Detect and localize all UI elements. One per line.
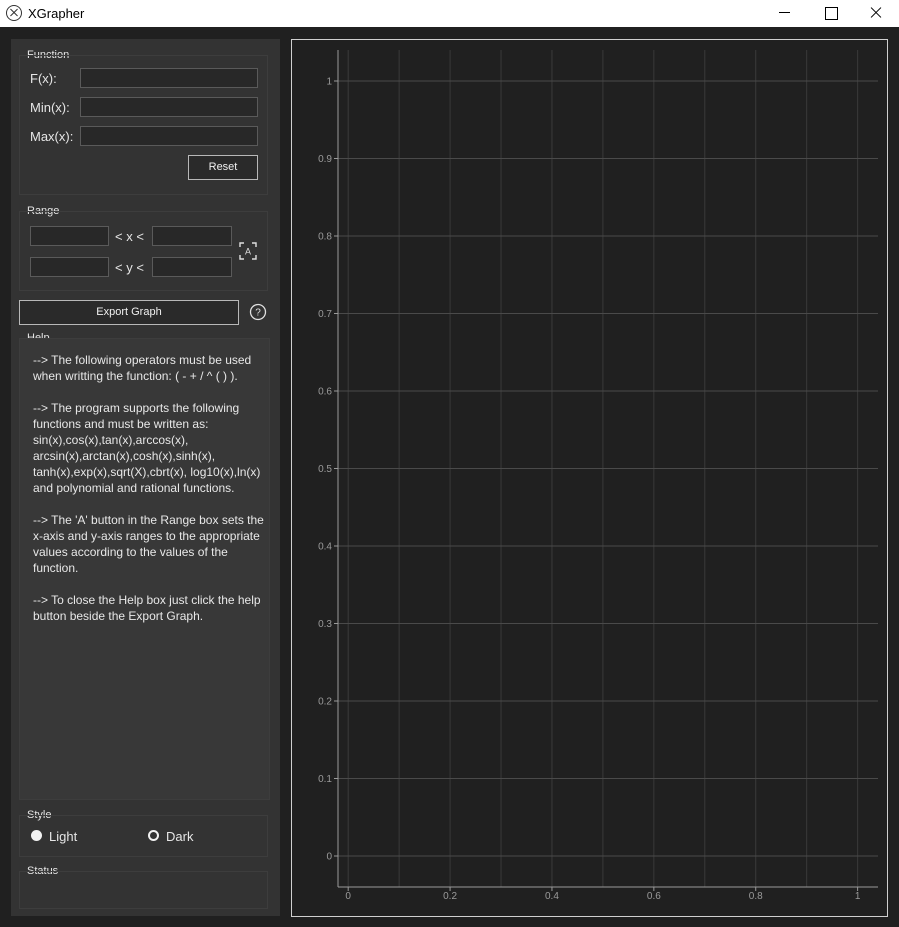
svg-text:A: A [245,247,251,257]
maximize-icon[interactable] [807,0,853,27]
y-tick-label: 0.4 [318,542,332,553]
min-x-label: Min(x): [30,100,70,115]
status-group [19,871,268,909]
help-paragraph: --> The 'A' button in the Range box sets… [33,513,264,575]
auto-range-icon[interactable]: A [239,242,257,260]
xgrapher-logo-icon [6,5,22,21]
export-graph-button[interactable]: Export Graph [19,300,239,325]
y-tick-label: 0.1 [318,774,332,785]
x-max-input[interactable] [152,226,232,246]
help-paragraph: --> To close the Help box just click the… [33,593,261,623]
y-tick-label: 0.9 [318,154,332,165]
y-range-label: < y < [115,260,144,275]
graph-area[interactable]: 0 0.1 0.2 0.3 0.4 0.5 0.6 0.7 0.8 0.9 1 0 0.2 0.4 0.6 0… [291,39,888,917]
svg-text:?: ? [255,308,261,319]
title-bar: XGrapher [0,0,899,27]
max-x-input[interactable] [80,126,258,146]
min-x-input[interactable] [80,97,258,117]
x-min-input[interactable] [30,226,109,246]
y-tick-label: 0 [326,852,332,863]
y-tick-label: 0.8 [318,232,332,243]
window-title: XGrapher [28,6,85,21]
x-tick-label: 0.6 [647,891,661,902]
y-tick-label: 0.3 [318,619,332,630]
plot-canvas[interactable]: 0 0.1 0.2 0.3 0.4 0.5 0.6 0.7 0.8 0.9 1 0 0.2 0.4 0.6 0… [292,40,887,916]
help-text: --> The following operators must be used… [33,352,265,640]
y-tick-label: 0.2 [318,697,332,708]
y-tick-label: 0.5 [318,464,332,475]
light-radio[interactable] [31,830,42,841]
minimize-icon[interactable] [761,0,807,27]
y-tick-label: 0.7 [318,309,332,320]
help-paragraph: --> The program supports the following f… [33,401,261,495]
y-tick-label: 1 [326,77,332,88]
x-tick-label: 0 [345,891,351,902]
x-tick-label: 0.4 [545,891,559,902]
x-range-label: < x < [115,229,144,244]
y-tick-label: 0.6 [318,387,332,398]
x-tick-label: 1 [855,891,861,902]
dark-radio-label[interactable]: Dark [166,829,193,844]
fx-label: F(x): [30,71,57,86]
control-panel: Function F(x): Min(x): Max(x): Reset Ran… [11,39,280,916]
help-icon[interactable]: ? [249,303,267,321]
reset-button[interactable]: Reset [188,155,258,180]
max-x-label: Max(x): [30,129,74,144]
y-min-input[interactable] [30,257,109,277]
x-tick-label: 0.2 [443,891,457,902]
fx-input[interactable] [80,68,258,88]
x-tick-label: 0.8 [749,891,763,902]
close-icon[interactable] [853,0,899,27]
light-radio-label[interactable]: Light [49,829,77,844]
dark-radio[interactable] [148,830,159,841]
range-group [19,211,268,291]
help-paragraph: --> The following operators must be used… [33,353,252,383]
y-max-input[interactable] [152,257,232,277]
